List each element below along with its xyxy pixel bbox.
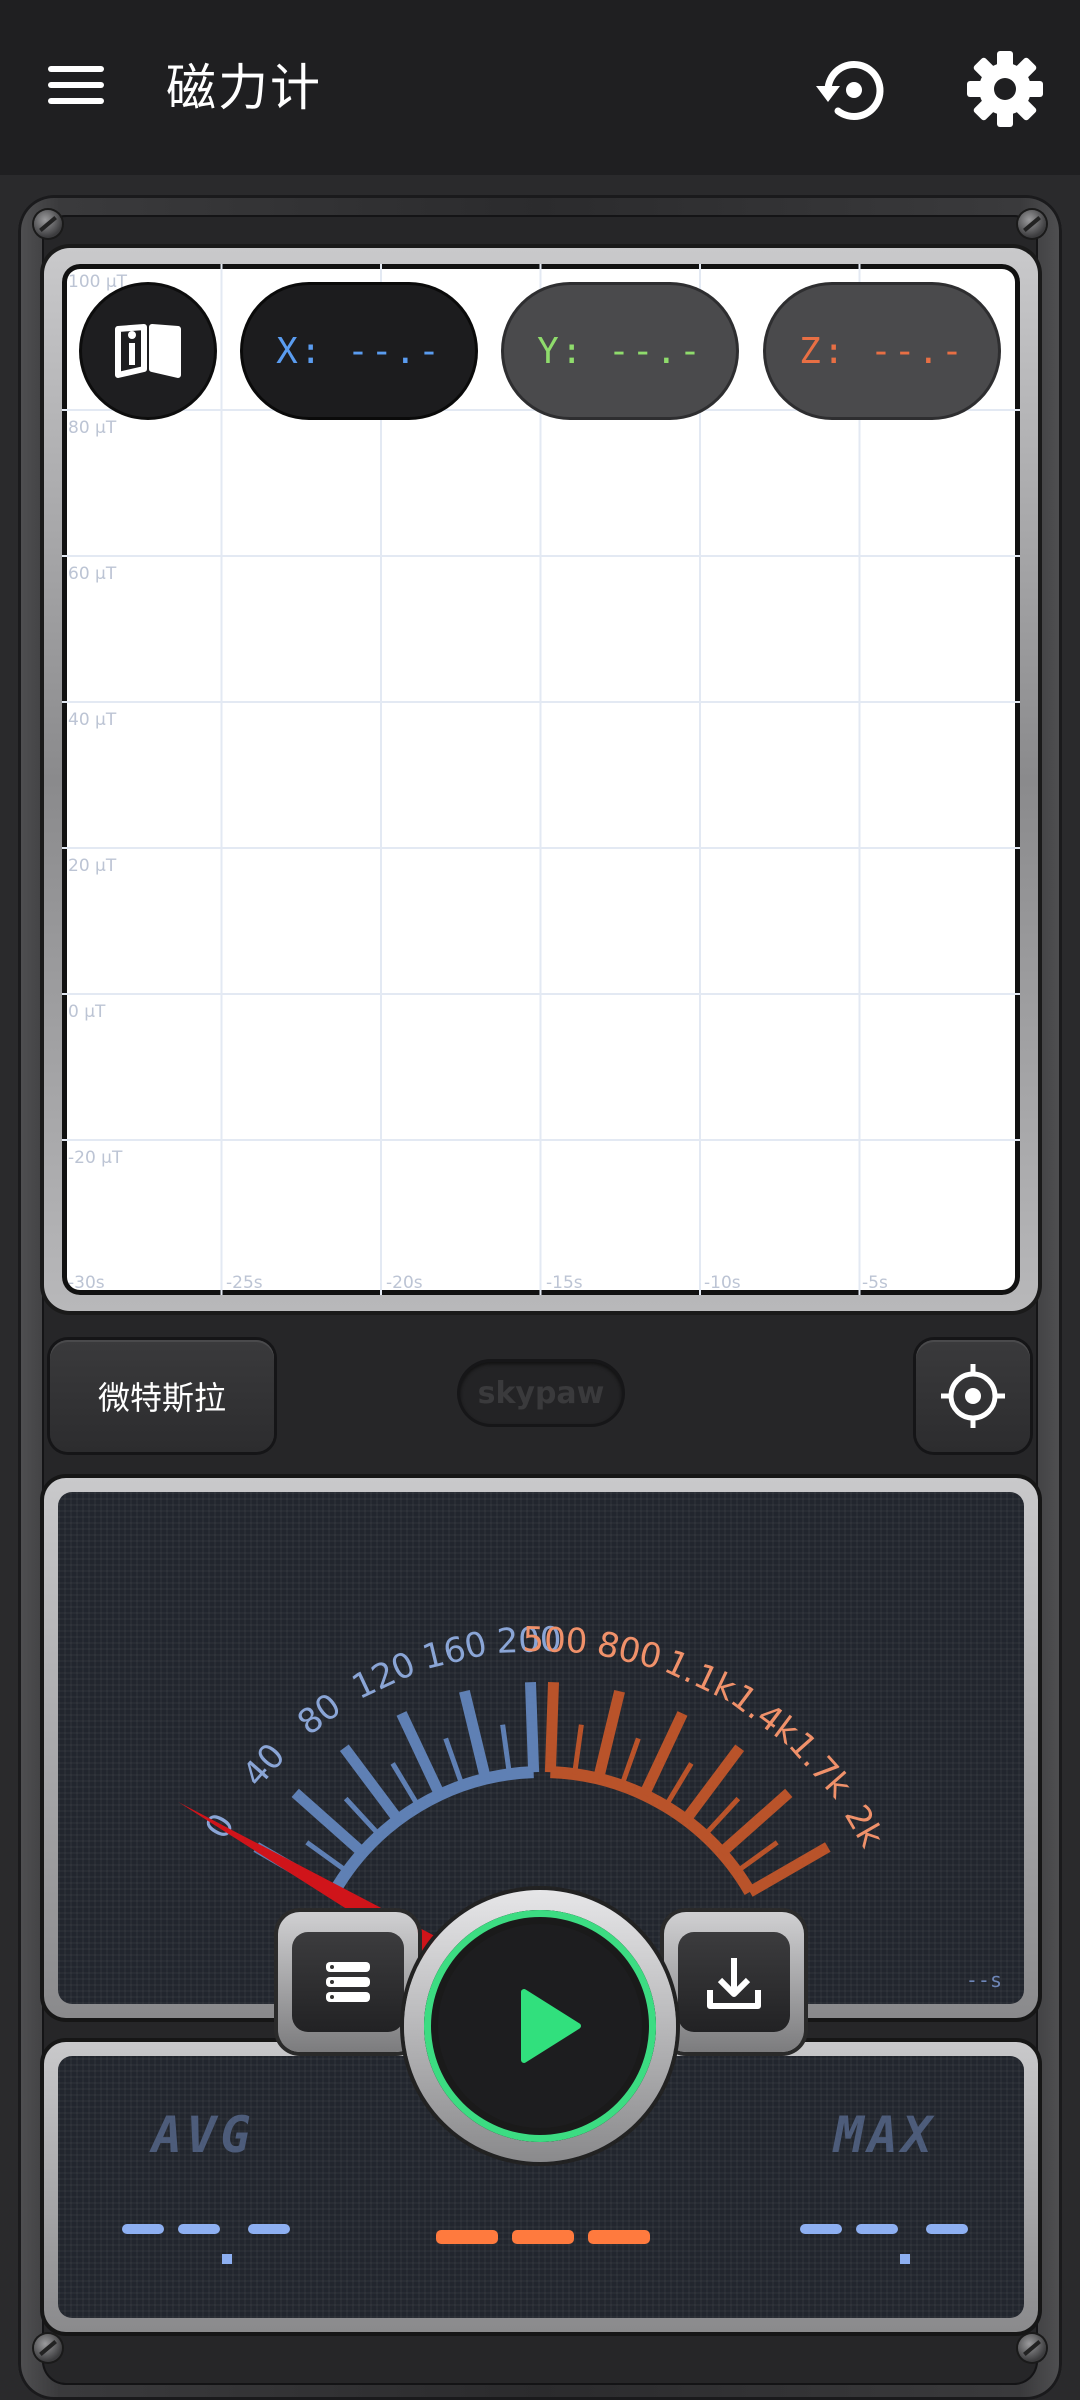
brand-logo: skypaw [460,1362,622,1424]
gauge-major-tick [291,1788,367,1857]
y-tick: 80 μT [68,418,117,438]
download-button[interactable] [664,1912,804,2052]
list-button[interactable] [278,1912,418,2052]
download-icon [707,1958,761,2009]
current-value [436,2230,650,2244]
max-value [800,2224,968,2234]
crosshair-icon [941,1364,1005,1428]
gauge-minor-tick [735,1840,779,1874]
gauge-minor-tick [443,1737,465,1787]
menu-icon[interactable] [48,60,104,116]
avg-value [122,2224,290,2234]
y-tick: 60 μT [68,564,117,584]
max-label: MAX [833,2106,936,2164]
y-tick: 0 μT [68,1002,106,1022]
max-decimal-point [900,2254,910,2264]
list-icon [326,1962,370,2002]
gauge-label-high: 500 [522,1620,588,1662]
gear-icon[interactable] [964,48,1046,130]
x-tick: -10s [704,1273,741,1293]
gauge-minor-tick [663,1762,694,1808]
gauge-minor-tick [702,1796,741,1838]
gauge-label-low: 120 [346,1644,422,1708]
gauge-minor-tick [619,1737,641,1787]
x-tick: -15s [546,1273,583,1293]
gauge-label-low: 40 [235,1736,294,1795]
gauge-major-tick [593,1689,625,1781]
gauge-major-tick [459,1689,491,1781]
play-button[interactable] [428,1914,652,2138]
restore-icon[interactable] [812,50,892,130]
app-bar: 磁力计 [0,0,1080,175]
gauge-major-tick [524,1682,540,1773]
y-tick: -20 μT [68,1148,123,1168]
play-icon [521,1989,581,2063]
x-tick: -20s [386,1273,423,1293]
gauge-major-tick [544,1682,560,1773]
gauge-label-high: 2k [836,1798,891,1854]
magnetic-field-chart[interactable]: 100 μT 80 μT 60 μT 40 μT 20 μT 0 μT -20 … [62,264,1020,1295]
y-tick: 20 μT [68,856,117,876]
x-axis-toggle[interactable]: X: --.- [243,285,475,417]
time-label: --s [965,1968,1002,1992]
gauge-label-high: 800 [593,1624,665,1678]
gauge-minor-tick [343,1796,382,1838]
gauge-major-tick [639,1711,688,1798]
gauge-major-tick [396,1711,445,1798]
gauge-label-low: 80 [290,1686,349,1744]
gauge-minor-tick [305,1840,349,1874]
z-axis-toggle[interactable]: Z: --.- [766,285,998,417]
avg-decimal-point [222,2254,232,2264]
gauge-label-low: 160 [418,1624,490,1678]
book-info-icon [115,324,181,378]
gauge-major-tick [717,1788,793,1857]
guide-button[interactable] [82,285,214,417]
gauge-minor-tick [390,1762,421,1808]
screw-top-right [1018,210,1046,238]
y-axis-toggle[interactable]: Y: --.- [504,285,736,417]
screw-bottom-right [1018,2334,1046,2362]
x-tick: -5s [862,1273,888,1293]
calibrate-button[interactable] [916,1340,1030,1452]
avg-label: AVG [152,2106,255,2164]
gauge-minor-tick [500,1724,512,1775]
x-tick: -25s [226,1273,263,1293]
x-tick: -30s [68,1273,105,1293]
y-tick: 40 μT [68,710,117,730]
page-title: 磁力计 [166,59,322,117]
gauge-minor-tick [572,1724,584,1775]
chart-grid [62,264,1020,1295]
unit-button[interactable]: 微特斯拉 [50,1340,274,1452]
screw-top-left [34,210,62,238]
screw-bottom-left [34,2334,62,2362]
